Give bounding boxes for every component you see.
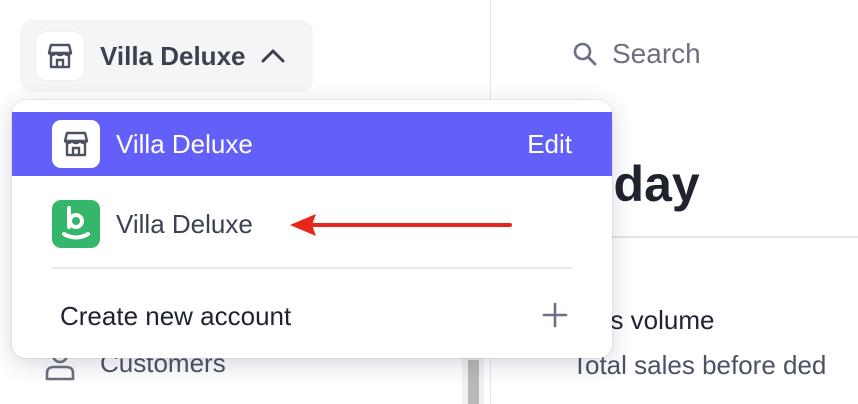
divider [583, 236, 858, 238]
create-account-button[interactable]: Create new account [12, 284, 612, 348]
account-option-label: Villa Deluxe [116, 128, 253, 159]
account-switcher[interactable]: Villa Deluxe [20, 20, 313, 92]
menu-divider [52, 267, 572, 269]
metric-description: Total sales before ded [572, 350, 827, 380]
store-icon [36, 32, 84, 80]
store-icon [52, 120, 100, 168]
search-input[interactable]: Search [572, 38, 701, 70]
account-option-label: Villa Deluxe [116, 208, 253, 239]
edit-link[interactable]: Edit [527, 129, 572, 160]
b-logo-icon [52, 200, 100, 248]
search-placeholder: Search [612, 38, 701, 69]
chevron-up-icon [261, 49, 284, 63]
account-option-active[interactable]: Villa Deluxe Edit [12, 112, 612, 176]
annotation-arrow-icon [290, 214, 512, 236]
create-account-label: Create new account [60, 300, 292, 331]
search-icon [573, 42, 597, 66]
account-name: Villa Deluxe [100, 40, 246, 71]
scrollbar-thumb[interactable] [468, 360, 479, 404]
plus-icon [542, 302, 568, 328]
